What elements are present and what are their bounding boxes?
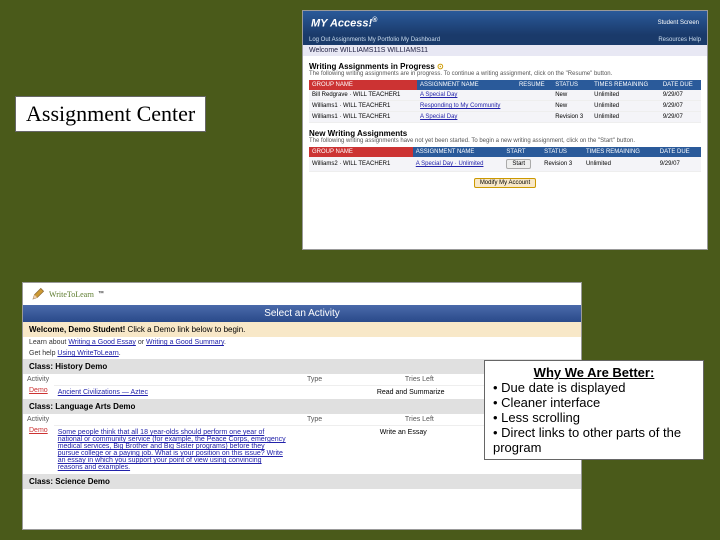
assignment-link[interactable]: A Special Day · Unlimited bbox=[416, 161, 484, 167]
why-title: Why We Are Better: bbox=[493, 365, 695, 380]
start-button[interactable]: Start bbox=[506, 159, 531, 169]
learn-row: Learn about Writing a Good Essay or Writ… bbox=[23, 337, 581, 348]
table-row: Williams1 · WILL TEACHER1Responding to M… bbox=[309, 101, 701, 112]
demo-link[interactable]: Demo bbox=[23, 425, 54, 474]
why-item: Less scrolling bbox=[493, 410, 695, 425]
table-row: Bill Redgrave · WILL TEACHER1A Special D… bbox=[309, 90, 701, 101]
table-row: Williams2 · WILL TEACHER1A Special Day ·… bbox=[309, 157, 701, 172]
progress-sub: The following writing assignments are in… bbox=[309, 71, 701, 77]
table-row: Williams1 · WILL TEACHER1A Special DayRe… bbox=[309, 112, 701, 123]
help-row: Get help Using WriteToLearn. bbox=[23, 348, 581, 359]
welcome-text: Welcome WILLIAMS11S WILLIAMS11 bbox=[303, 45, 707, 56]
assignment-link[interactable]: A Special Day bbox=[420, 92, 457, 98]
class-header: Class: Science Demo bbox=[23, 474, 581, 489]
why-item: Due date is displayed bbox=[493, 380, 695, 395]
myaccess-panel: MY Access!® Student Screen Log Out Assig… bbox=[302, 10, 708, 250]
why-item: Cleaner interface bbox=[493, 395, 695, 410]
page-title: Assignment Center bbox=[15, 96, 206, 132]
activity-bar: Select an Activity bbox=[23, 305, 581, 322]
progress-title: Writing Assignments in Progress ⊙ bbox=[309, 62, 701, 71]
new-table: GROUP NAME ASSIGNMENT NAME START STATUS … bbox=[309, 147, 701, 172]
nav-links-right[interactable]: Resources Help bbox=[658, 37, 701, 43]
assignment-link[interactable]: A Special Day bbox=[420, 114, 457, 120]
learn-essay-link[interactable]: Writing a Good Essay bbox=[68, 339, 136, 346]
wtl-logo: WriteToLearn bbox=[49, 290, 94, 299]
myaccess-logo: MY Access!® bbox=[311, 17, 377, 30]
pencil-icon bbox=[31, 287, 45, 301]
modify-account-button[interactable]: Modify My Account bbox=[474, 178, 536, 188]
wtl-welcome: Welcome, Demo Student! Click a Demo link… bbox=[23, 322, 581, 337]
top-right-label: Student Screen bbox=[658, 20, 699, 26]
why-item: Direct links to other parts of the progr… bbox=[493, 425, 695, 455]
progress-table: GROUP NAME ASSIGNMENT NAME RESUME STATUS… bbox=[309, 80, 701, 123]
why-better-box: Why We Are Better: Due date is displayed… bbox=[484, 360, 704, 460]
activity-link[interactable]: Ancient Civilizations — Aztec bbox=[58, 389, 148, 396]
nav-links-left[interactable]: Log Out Assignments My Portfolio My Dash… bbox=[309, 37, 440, 43]
learn-summary-link[interactable]: Writing a Good Summary bbox=[146, 339, 224, 346]
new-title: New Writing Assignments bbox=[309, 129, 701, 138]
demo-link[interactable]: Demo bbox=[23, 385, 54, 399]
activity-link[interactable]: Some people think that all 18 year-olds … bbox=[58, 429, 286, 471]
help-link[interactable]: Using WriteToLearn bbox=[57, 350, 118, 357]
new-sub: The following writing assignments have n… bbox=[309, 138, 701, 144]
assignment-link[interactable]: Responding to My Community bbox=[420, 103, 500, 109]
